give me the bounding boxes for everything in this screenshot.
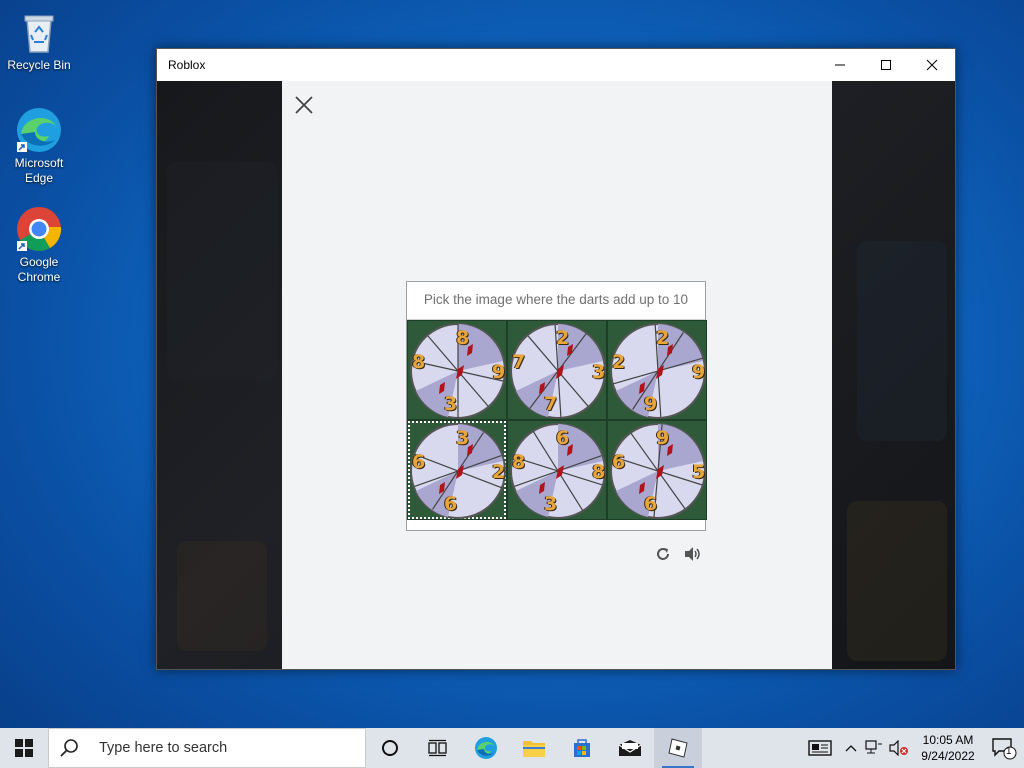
captcha-tools	[652, 543, 704, 565]
notification-center-button[interactable]: 1	[984, 728, 1024, 768]
dart-number: 6	[556, 427, 570, 449]
dart-number: 3	[544, 493, 558, 515]
dart-number: 8	[512, 451, 526, 473]
notification-count: 1	[1006, 746, 1012, 757]
windows-icon	[15, 739, 33, 757]
refresh-icon[interactable]	[652, 543, 674, 565]
captcha-prompt: Pick the image where the darts add up to…	[407, 282, 705, 320]
window-title: Roblox	[168, 58, 206, 72]
title-bar[interactable]: Roblox	[157, 49, 955, 81]
edge-icon	[15, 106, 63, 154]
taskbar-store[interactable]	[558, 728, 606, 768]
desktop-icon-label: Microsoft Edge	[14, 156, 64, 185]
cortana-button[interactable]	[366, 728, 414, 768]
dart-number: 9	[492, 361, 506, 383]
captcha-modal: Pick the image where the darts add up to…	[282, 81, 832, 669]
desktop-icon-label: Google Chrome	[17, 255, 61, 284]
background-decoration	[857, 241, 947, 441]
network-icon	[865, 740, 882, 754]
dart-number: 6	[644, 493, 658, 515]
dart-number: 2	[656, 327, 670, 349]
dart-number: 8	[592, 461, 606, 483]
maximize-button[interactable]	[863, 49, 909, 81]
dart-number: 2	[556, 327, 570, 349]
desktop-icon-label: Recycle Bin	[7, 58, 71, 72]
captcha-tile[interactable]: 3 6 2 6	[407, 420, 507, 520]
background-decoration	[847, 501, 947, 661]
background-decoration	[167, 161, 277, 381]
edge-icon	[475, 737, 497, 759]
captcha-tile[interactable]: 6883	[507, 420, 607, 520]
dart-number: 2	[492, 461, 506, 483]
dart-number: 6	[412, 451, 426, 473]
task-view-icon	[428, 739, 447, 757]
clock[interactable]: 10:05 AM 9/24/2022	[912, 732, 984, 764]
dart-number: 3	[592, 361, 606, 383]
dart-number: 6	[612, 451, 626, 473]
minimize-button[interactable]	[817, 49, 863, 81]
start-button[interactable]	[0, 728, 48, 768]
show-hidden-icons-button[interactable]	[840, 728, 862, 768]
store-icon	[574, 739, 590, 757]
dart-number: 3	[444, 393, 458, 415]
captcha-challenge: Pick the image where the darts add up to…	[406, 281, 707, 531]
taskbar-mail[interactable]	[606, 728, 654, 768]
dart-number: 3	[456, 427, 470, 449]
taskbar-search-box[interactable]: Type here to search	[48, 728, 366, 768]
close-window-button[interactable]	[909, 49, 955, 81]
desktop-icon-edge[interactable]: Microsoft Edge	[1, 106, 77, 186]
dart-number: 5	[692, 461, 706, 483]
news-icon	[808, 740, 832, 756]
dart-number: 6	[444, 493, 458, 515]
roblox-background: Pick the image where the darts add up to…	[157, 81, 955, 669]
captcha-tile[interactable]: 8893	[407, 320, 507, 420]
background-decoration	[177, 541, 267, 651]
taskbar: Type here to search 10:05 AM 9/24/2022 1	[0, 728, 1024, 768]
cortana-icon	[382, 740, 398, 756]
desktop-icon-recycle-bin[interactable]: Recycle Bin	[1, 8, 77, 73]
roblox-window: Roblox Pick the image where the darts ad…	[156, 48, 956, 670]
dart-number: 9	[644, 393, 658, 415]
task-view-button[interactable]	[414, 728, 462, 768]
captcha-tile[interactable]: 2299	[607, 320, 707, 420]
captcha-tile[interactable]: 2 7 3 7	[507, 320, 607, 420]
search-placeholder: Type here to search	[99, 740, 228, 756]
dart-number: 8	[412, 351, 426, 373]
notification-icon	[992, 738, 1017, 760]
chevron-up-icon	[845, 745, 857, 752]
mail-icon	[618, 740, 642, 756]
dart-number: 7	[512, 351, 526, 373]
news-button[interactable]	[800, 728, 840, 768]
folder-icon	[523, 741, 545, 757]
clock-time: 10:05 AM	[922, 733, 974, 747]
roblox-icon	[668, 738, 688, 758]
dart-number: 9	[692, 361, 706, 383]
volume-muted-icon	[889, 740, 908, 756]
network-button[interactable]	[862, 728, 886, 768]
volume-button[interactable]	[886, 728, 912, 768]
dart-number: 2	[612, 351, 626, 373]
chrome-icon	[15, 205, 63, 253]
recycle-bin-icon	[15, 8, 63, 56]
search-icon	[60, 739, 78, 757]
close-icon[interactable]	[292, 93, 316, 117]
clock-date: 9/24/2022	[921, 749, 975, 763]
desktop-icon-chrome[interactable]: Google Chrome	[1, 205, 77, 285]
dart-number: 8	[456, 327, 470, 349]
speaker-icon[interactable]	[682, 543, 704, 565]
dart-number: 7	[544, 393, 558, 415]
captcha-grid: 889327372299362668839656	[407, 320, 707, 520]
taskbar-file-explorer[interactable]	[510, 728, 558, 768]
dart-number: 9	[656, 427, 670, 449]
captcha-tile[interactable]: 9 6 5 6	[607, 420, 707, 520]
system-tray: 10:05 AM 9/24/2022 1	[800, 728, 1024, 768]
taskbar-roblox[interactable]	[654, 728, 702, 768]
taskbar-edge[interactable]	[462, 728, 510, 768]
